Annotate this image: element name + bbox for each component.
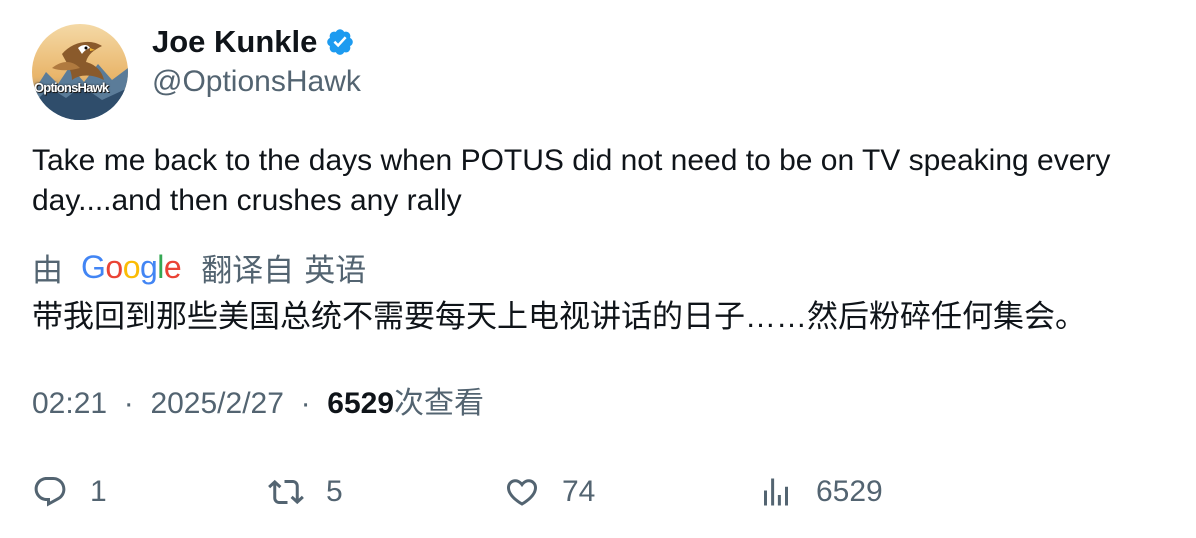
avatar-logo-text: OptionsHawk [34, 80, 109, 95]
reply-icon [34, 477, 66, 507]
tweet-time[interactable]: 02:21 [32, 387, 107, 420]
retweet-count: 5 [326, 475, 343, 508]
reply-count: 1 [90, 475, 107, 508]
retweet-icon [268, 479, 304, 505]
translation-by-label: 由 [32, 252, 63, 288]
views-action-count: 6529 [816, 475, 883, 508]
avatar[interactable]: OptionsHawk [32, 24, 128, 120]
like-button[interactable]: 74 [504, 472, 595, 512]
author-name-text: Joe Kunkle [152, 24, 318, 59]
retweet-button[interactable]: 5 [268, 472, 343, 512]
meta-separator: · [292, 387, 319, 420]
translated-text: 带我回到那些美国总统不需要每天上电视讲话的日子……然后粉碎任何集会。 [32, 299, 1086, 334]
translation-language: 英语 [304, 252, 367, 288]
tweet-actions: 1 5 74 6529 [32, 472, 1152, 512]
author-name[interactable]: Joe Kunkle [152, 22, 355, 62]
heart-icon [506, 479, 538, 506]
author-handle[interactable]: @OptionsHawk [152, 62, 361, 102]
google-logo: Google [81, 248, 182, 285]
tweet-date[interactable]: 2025/2/27 [150, 387, 283, 420]
translation-from-label: 翻译自 [201, 252, 295, 288]
views-label: 次查看 [394, 387, 485, 420]
reply-button[interactable]: 1 [32, 472, 107, 512]
verified-badge-icon [327, 29, 354, 55]
like-count: 74 [562, 475, 596, 508]
views-count: 6529 [327, 387, 395, 420]
translation-attribution: 由 Google 翻译自 英语 [32, 245, 366, 289]
meta-separator: · [115, 387, 143, 420]
tweet-text: Take me back to the days when POTUS did … [32, 144, 1111, 217]
avatar-image [32, 24, 128, 120]
views-button[interactable]: 6529 [758, 472, 883, 512]
analytics-icon [764, 478, 788, 506]
tweet-meta: 02:21 · 2025/2/27 · 6529次查看 [32, 384, 484, 424]
